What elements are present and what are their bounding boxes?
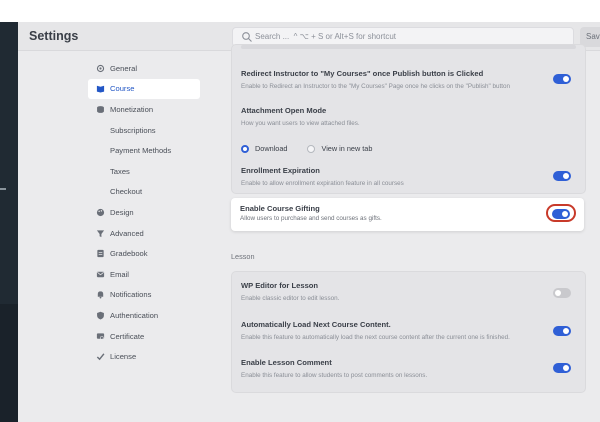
- search-icon: [242, 32, 252, 42]
- lesson-comment-toggle[interactable]: [553, 363, 571, 373]
- redirect-instructor-toggle[interactable]: [553, 74, 571, 84]
- nav-item-label: Payment Methods: [110, 146, 172, 156]
- setting-enrollment-expiration: Enrollment Expiration Enable to allow en…: [241, 166, 576, 187]
- certificate-icon: [96, 332, 105, 340]
- setting-course-gifting: Enable Course Gifting Allow users to pur…: [231, 198, 584, 231]
- setting-auto-load-next: Automatically Load Next Course Content. …: [241, 320, 576, 341]
- nav-item-label: Gradebook: [110, 249, 148, 259]
- nav-item-certificate[interactable]: Certificate: [88, 326, 200, 347]
- filter-icon: [96, 229, 105, 237]
- nav-item-label: Subscriptions: [110, 125, 156, 135]
- section-label-lesson: Lesson: [231, 252, 255, 261]
- setting-title: WP Editor for Lesson: [241, 281, 319, 290]
- setting-description: Enable to Redirect an Instructor to the …: [241, 83, 511, 90]
- admin-sidebar-lower: [0, 304, 18, 422]
- radio-view-new-tab[interactable]: View in new tab: [307, 144, 372, 153]
- nav-item-email[interactable]: Email: [88, 264, 200, 285]
- gradebook-icon: [97, 250, 104, 258]
- mail-icon: [96, 271, 105, 277]
- setting-title: Enable Course Gifting: [240, 204, 320, 213]
- browser-top-strip: [0, 0, 600, 22]
- book-icon: [96, 86, 105, 93]
- radio-indicator[interactable]: [241, 144, 249, 153]
- setting-description: Enable this feature to allow students to…: [241, 372, 428, 379]
- admin-sidebar: [0, 22, 18, 422]
- nav-item-notifications[interactable]: Notifications: [88, 285, 200, 306]
- nav-item-course[interactable]: Course: [88, 78, 200, 100]
- check-badge-icon: [96, 353, 105, 361]
- setting-title: Enrollment Expiration: [241, 166, 320, 175]
- nav-item-label: Monetization: [110, 104, 154, 114]
- bell-icon: [97, 291, 104, 299]
- palette-icon: [96, 208, 105, 217]
- wp-editor-toggle[interactable]: [553, 288, 571, 298]
- nav-item-advanced[interactable]: Advanced: [88, 223, 200, 244]
- coins-icon: [97, 106, 104, 113]
- setting-redirect-instructor: Redirect Instructor to "My Courses" once…: [241, 69, 576, 90]
- truncated-row: [241, 45, 576, 49]
- lesson-settings-panel: WP Editor for Lesson Enable classic edit…: [231, 271, 586, 393]
- enrollment-expiration-toggle[interactable]: [553, 171, 571, 181]
- setting-description: Enable classic editor to edit lesson.: [241, 295, 340, 302]
- nav-item-label: Design: [110, 207, 134, 217]
- nav-item-monetization[interactable]: Monetization: [88, 99, 200, 120]
- radio-label: Download: [255, 144, 288, 153]
- setting-description: Allow users to purchase and send courses…: [240, 215, 382, 222]
- nav-item-design[interactable]: Design: [88, 202, 200, 223]
- attachment-mode-radio-group: Download View in new tab: [241, 144, 392, 153]
- nav-item-payment-methods[interactable]: Payment Methods: [88, 140, 200, 161]
- nav-item-license[interactable]: License: [88, 346, 200, 367]
- nav-item-label: License: [110, 352, 137, 362]
- nav-item-label: Notifications: [110, 290, 152, 300]
- nav-item-label: Taxes: [110, 166, 130, 176]
- nav-item-gradebook[interactable]: Gradebook: [88, 243, 200, 264]
- page-title: Settings: [29, 29, 79, 43]
- nav-item-label: General: [110, 63, 138, 73]
- setting-description: How you want users to view attached file…: [241, 120, 360, 127]
- setting-title: Redirect Instructor to "My Courses" once…: [241, 69, 484, 78]
- course-settings-panel: Redirect Instructor to "My Courses" once…: [231, 44, 586, 194]
- setting-description: Enable this feature to automatically loa…: [241, 334, 510, 341]
- setting-lesson-comment: Enable Lesson Comment Enable this featur…: [241, 358, 576, 379]
- nav-item-label: Authentication: [110, 310, 159, 320]
- radio-download[interactable]: Download: [241, 144, 287, 153]
- radio-label: View in new tab: [321, 144, 373, 153]
- radio-indicator[interactable]: [307, 144, 316, 153]
- setting-title: Automatically Load Next Course Content.: [241, 320, 391, 329]
- setting-attachment-mode: Attachment Open Mode How you want users …: [241, 106, 576, 127]
- nav-item-taxes[interactable]: Taxes: [88, 161, 200, 182]
- admin-sidebar-marker: [0, 188, 6, 190]
- nav-item-checkout[interactable]: Checkout: [88, 182, 200, 203]
- settings-nav: General Course Monetization Subscription…: [88, 58, 200, 367]
- shield-icon: [97, 311, 104, 320]
- setting-description: Enable to allow enrollment expiration fe…: [241, 180, 404, 187]
- nav-item-label: Certificate: [110, 331, 145, 341]
- nav-item-authentication[interactable]: Authentication: [88, 305, 200, 326]
- setting-wp-editor: WP Editor for Lesson Enable classic edit…: [241, 281, 576, 302]
- setting-title: Enable Lesson Comment: [241, 358, 332, 367]
- nav-item-label: Course: [110, 84, 135, 94]
- nav-item-label: Checkout: [110, 187, 143, 197]
- gear-icon: [96, 64, 105, 72]
- nav-item-label: Email: [110, 269, 129, 279]
- nav-item-subscriptions[interactable]: Subscriptions: [88, 120, 200, 141]
- setting-title: Attachment Open Mode: [241, 106, 327, 115]
- auto-load-next-toggle[interactable]: [553, 326, 571, 336]
- search-input[interactable]: [255, 30, 555, 43]
- nav-item-label: Advanced: [110, 228, 144, 238]
- highlight-ring: [546, 204, 576, 222]
- nav-item-general[interactable]: General: [88, 58, 200, 79]
